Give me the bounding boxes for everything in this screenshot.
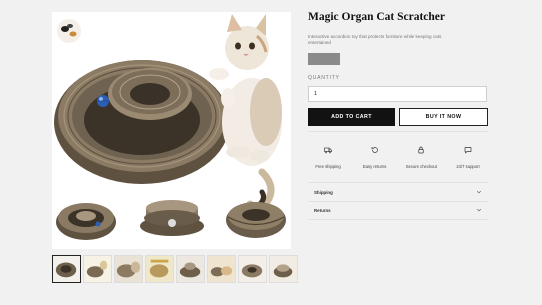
feature-label: Easy returns (362, 164, 387, 169)
return-icon (371, 147, 378, 153)
thumbnail-image (84, 256, 111, 282)
thumbnail-7[interactable] (238, 255, 267, 283)
thumbnail-8[interactable] (269, 255, 298, 283)
feature-label: Secure checkout (405, 164, 437, 169)
thumbnail-image (208, 256, 235, 282)
chevron-down-icon (476, 190, 482, 194)
thumbnail-5[interactable] (176, 255, 205, 283)
thumbnail-3[interactable] (114, 255, 143, 283)
divider (308, 131, 488, 132)
product-view-flat (56, 203, 116, 240)
feature-list: Free shipping Easy returns Secure checko… (308, 141, 488, 170)
feature-label: Free shipping (315, 164, 341, 169)
product-view-stacked (140, 200, 204, 236)
thumbnail-image (177, 256, 204, 282)
thumbnail-image (115, 256, 142, 282)
thumbnail-image (270, 256, 297, 282)
truck-icon (324, 147, 332, 154)
quantity-label: QUANTITY (308, 75, 340, 81)
feature-free-shipping: Free shipping (308, 141, 348, 170)
accordion-returns[interactable]: Returns (308, 201, 488, 219)
lock-icon (418, 146, 424, 154)
accordion-title: Returns (314, 207, 331, 213)
chevron-down-icon (476, 208, 482, 212)
purchase-buttons: ADD TO CART BUY IT NOW (308, 108, 488, 126)
feature-easy-returns: Easy returns (355, 141, 395, 170)
product-title: Magic Organ Cat Scratcher (308, 11, 446, 23)
product-description: Interactive accordion toy that protects … (308, 34, 442, 45)
thumbnail-4[interactable] (145, 255, 174, 283)
main-product-image[interactable] (52, 12, 291, 249)
brand-logo-badge (57, 19, 81, 43)
quantity-input[interactable]: 1 (308, 86, 487, 102)
divider (308, 219, 488, 220)
accordion-shipping[interactable]: Shipping (308, 183, 488, 201)
feature-label: 24/7 support (456, 164, 480, 169)
thumbnail-1[interactable] (52, 255, 81, 283)
accordion-title: Shipping (314, 189, 333, 195)
add-to-cart-button[interactable]: ADD TO CART (308, 108, 395, 126)
price-placeholder (308, 53, 340, 65)
thumbnail-image (53, 256, 80, 282)
thumbnail-strip (52, 255, 298, 283)
buy-it-now-button[interactable]: BUY IT NOW (399, 108, 488, 126)
feature-secure-checkout: Secure checkout (401, 141, 441, 170)
feature-support: 24/7 support (448, 141, 488, 170)
thumbnail-image (146, 256, 173, 282)
product-view-side (226, 202, 286, 238)
thumbnail-2[interactable] (83, 255, 112, 283)
thumbnail-image (239, 256, 266, 282)
thumbnail-6[interactable] (207, 255, 236, 283)
product-info-panel: Magic Organ Cat Scratcher Interactive ac… (308, 10, 488, 126)
scratcher-ring (54, 60, 230, 184)
cat-scratcher-hero-illustration (54, 14, 286, 240)
chat-icon (464, 147, 472, 154)
